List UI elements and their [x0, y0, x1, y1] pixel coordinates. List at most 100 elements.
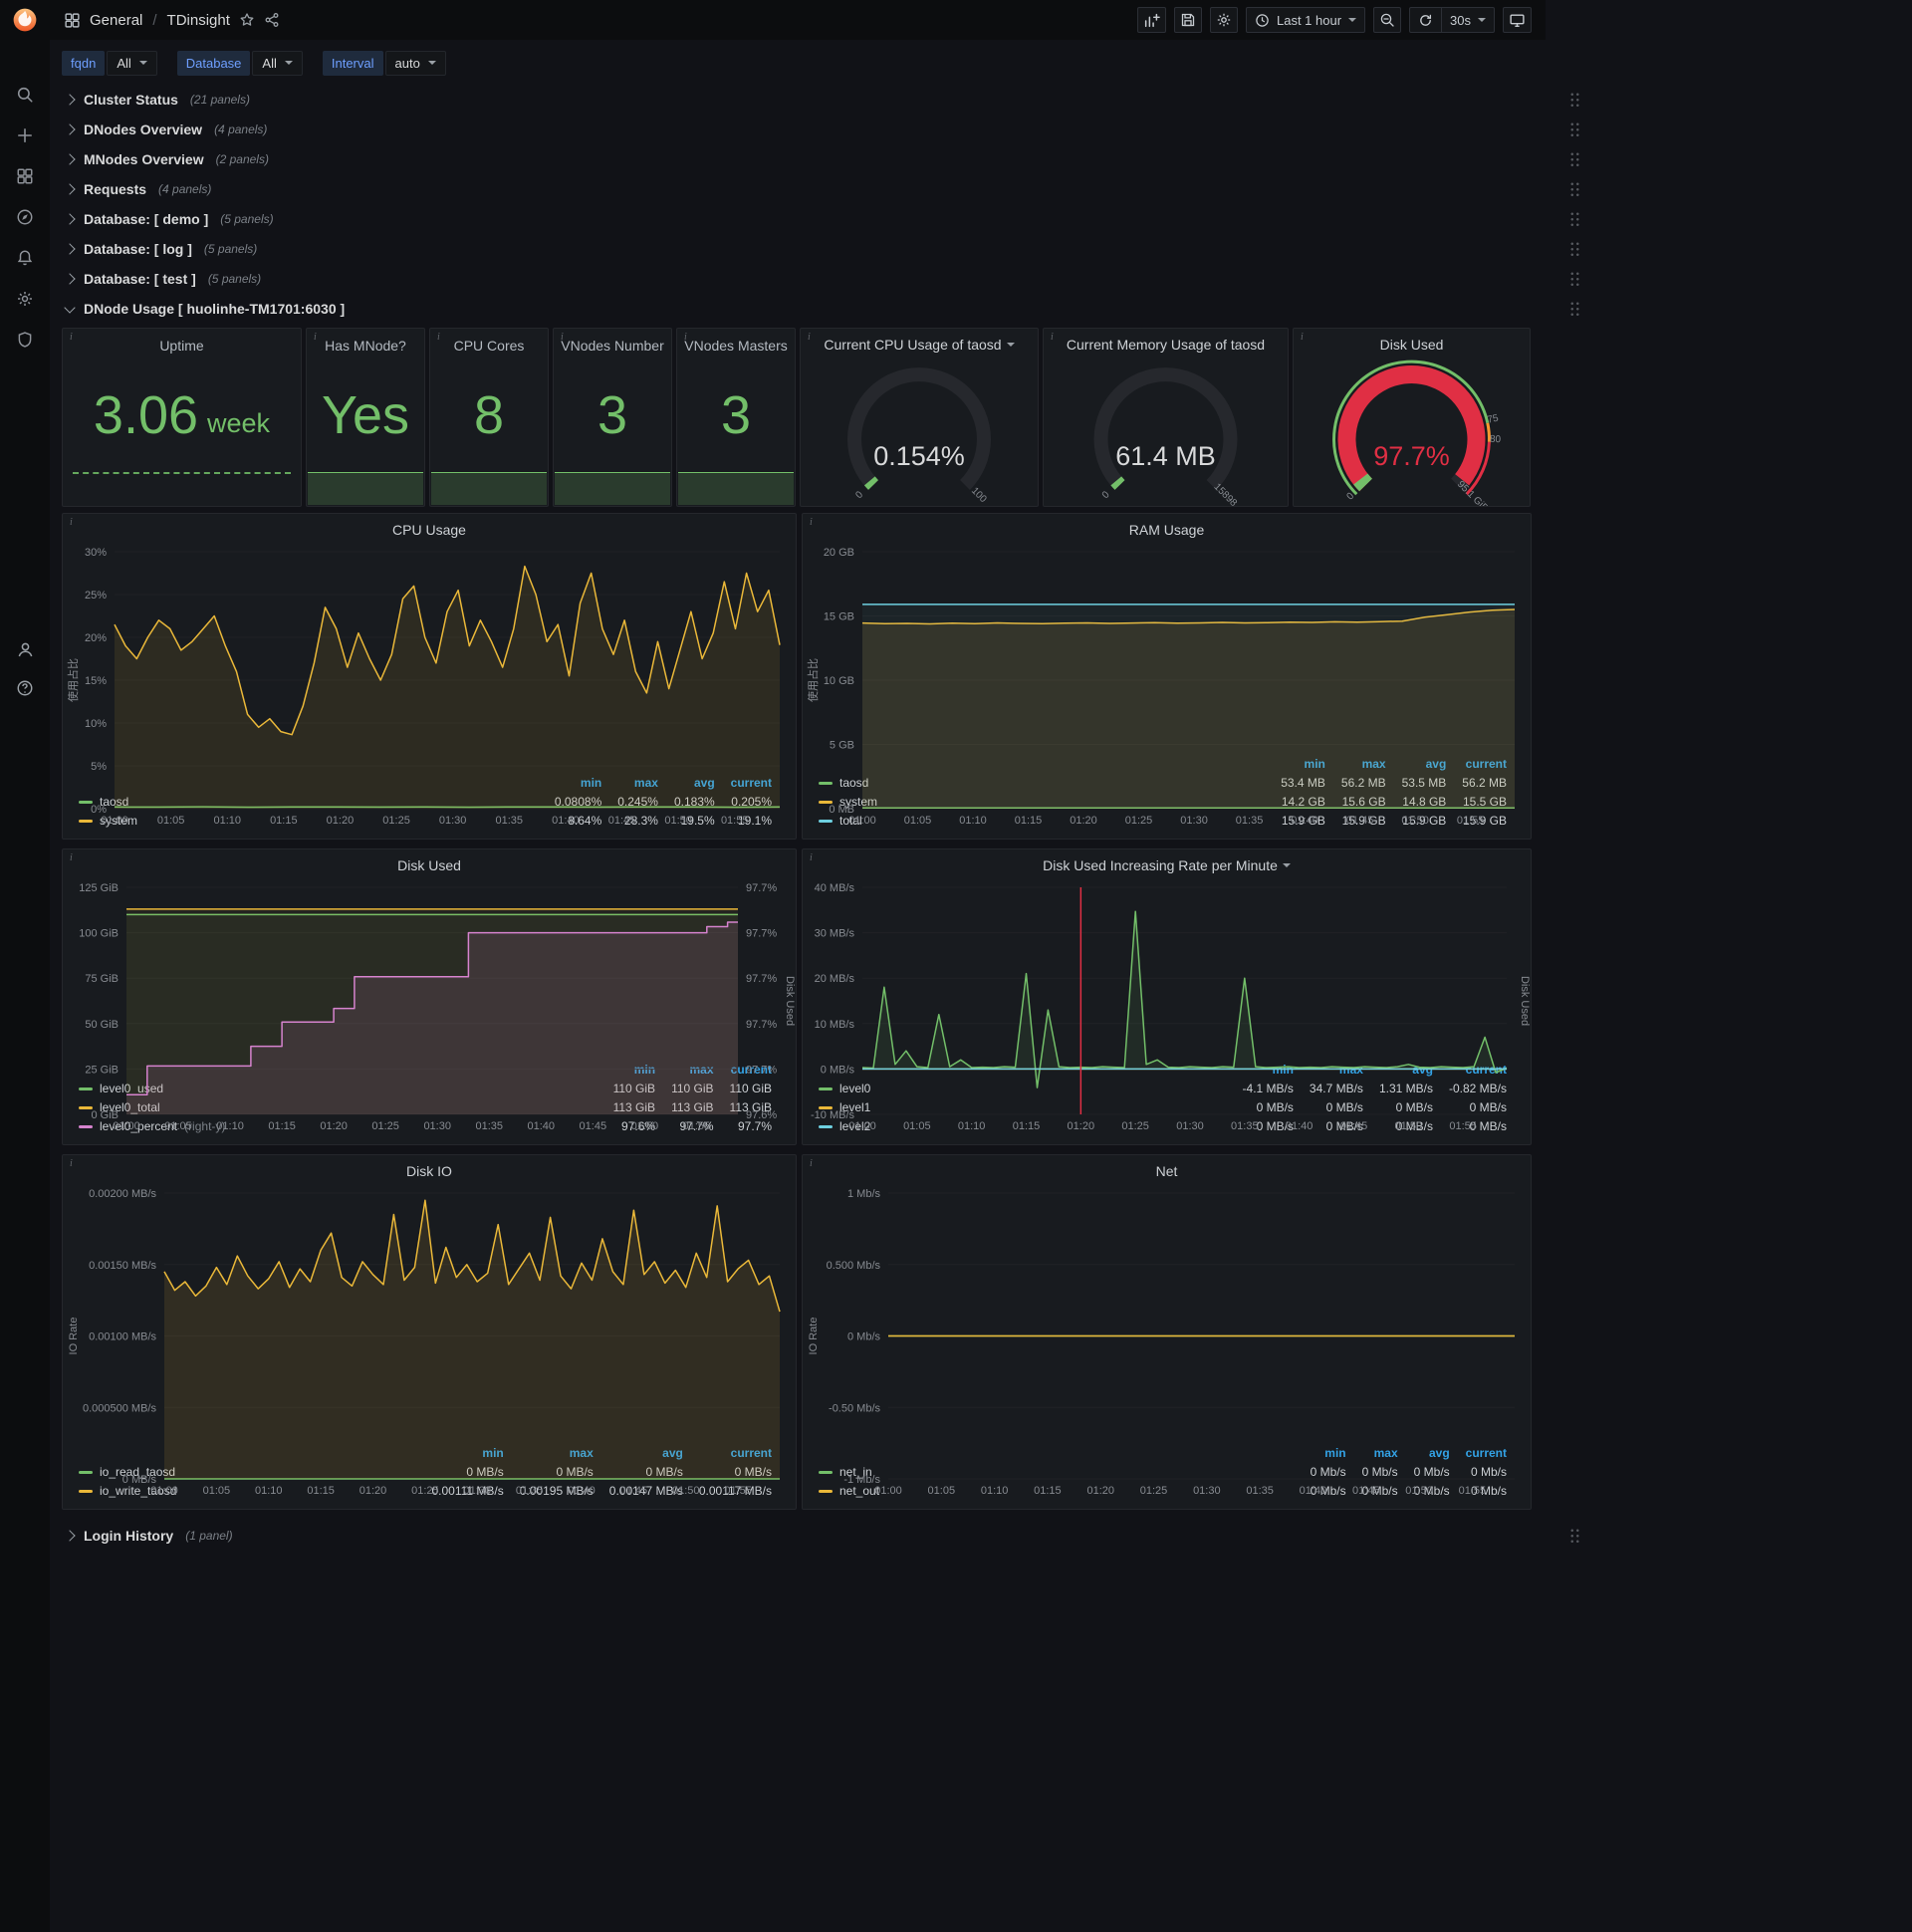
panel-title[interactable]: Current Memory Usage of taosd: [1067, 337, 1265, 353]
panel-info-icon[interactable]: i: [70, 332, 73, 343]
chart-plot-area[interactable]: 40 MB/s 30 MB/s 20 MB/s 10 MB/s 0 MB/s -10 MB…: [803, 877, 1531, 1132]
chart-plot-area[interactable]: 30% 25% 20% 15% 10% 5% 0% 01:00 01:05 01:10 01:15 0…: [63, 542, 796, 827]
row-toggle[interactable]: DNode Usage [ huolinhe-TM1701:6030 ]: [64, 301, 345, 317]
chart-disk[interactable]: 125 GiB 97.7% 100 GiB 97.7% 75 GiB 97.7% 50 Gi…: [63, 877, 796, 1134]
panel-info-icon[interactable]: i: [810, 517, 813, 528]
row-toggle[interactable]: DNodes Overview (4 panels): [64, 121, 267, 137]
grafana-logo[interactable]: [12, 7, 38, 33]
time-range-picker[interactable]: Last 1 hour: [1245, 7, 1366, 33]
chevron-down-icon: [284, 61, 293, 65]
row-toggle[interactable]: Database: [ log ] (5 panels): [64, 241, 257, 257]
svg-text:40 MB/s: 40 MB/s: [815, 882, 855, 894]
add-panel-button[interactable]: [1136, 7, 1166, 33]
svg-text:01:30: 01:30: [1176, 1120, 1204, 1132]
chart-plot-area[interactable]: 20 GB 15 GB 10 GB 5 GB 0 MB 01:00 01:05 01:10 01…: [803, 542, 1531, 827]
row-drag-handle[interactable]: [1568, 210, 1580, 229]
panel-title[interactable]: Current CPU Usage of taosd: [824, 337, 1001, 353]
star-icon[interactable]: [239, 12, 255, 28]
panel-title[interactable]: Disk Used Increasing Rate per Minute: [1043, 857, 1278, 873]
panel-title[interactable]: Disk IO: [406, 1163, 452, 1179]
cycle-view-button[interactable]: [1503, 7, 1532, 33]
chart-ram[interactable]: 20 GB15 GB10 GB5 GB0 MB01:00 01:05 01:10 01…: [803, 542, 1531, 829]
svg-text:01:50: 01:50: [664, 815, 692, 827]
chart-diskrate[interactable]: 40 MB/s30 MB/s20 MB/s10 MB/s0 MB/s-10 MB…: [803, 877, 1531, 1134]
panel-info-icon[interactable]: i: [561, 332, 564, 343]
stat-value: 3.06 week: [63, 359, 301, 472]
row-drag-handle[interactable]: [1568, 180, 1580, 199]
row-toggle[interactable]: MNodes Overview (2 panels): [64, 151, 269, 167]
panel-info-icon[interactable]: i: [684, 332, 687, 343]
variable-value-dropdown[interactable]: auto: [384, 50, 446, 76]
svg-text:0: 0: [853, 489, 865, 501]
add-icon[interactable]: [14, 124, 36, 146]
search-icon[interactable]: [14, 84, 36, 106]
panel-title[interactable]: Net: [1156, 1163, 1178, 1179]
panel-title[interactable]: VNodes Number: [554, 338, 671, 354]
share-icon[interactable]: [264, 12, 280, 28]
panel-info-icon[interactable]: i: [314, 332, 317, 343]
svg-text:01:35: 01:35: [516, 1485, 544, 1497]
panel-info-icon[interactable]: i: [810, 852, 813, 863]
row-toggle[interactable]: Database: [ demo ] (5 panels): [64, 211, 274, 227]
row-drag-handle[interactable]: [1568, 270, 1580, 289]
zoom-out-button[interactable]: [1373, 7, 1402, 33]
variable-value-dropdown[interactable]: All: [107, 50, 157, 76]
dashboard-grid-icon[interactable]: [64, 12, 81, 29]
user-avatar-icon[interactable]: [14, 638, 36, 660]
svg-text:01:00: 01:00: [150, 1485, 178, 1497]
variable-value-dropdown[interactable]: All: [252, 50, 303, 76]
refresh-picker[interactable]: 30s: [1409, 7, 1495, 33]
chart-panel-disk: i Disk Used 125 GiB 97.7% 100 GiB 97.7% 75 GiB…: [62, 848, 797, 1145]
panel-info-icon[interactable]: i: [70, 517, 73, 528]
breadcrumb-folder[interactable]: General: [90, 12, 142, 29]
panel-title[interactable]: Uptime: [63, 338, 301, 354]
panel-info-icon[interactable]: i: [1301, 332, 1304, 343]
panel-title[interactable]: RAM Usage: [1129, 522, 1204, 538]
row-drag-handle[interactable]: [1568, 1527, 1580, 1546]
dashboards-icon[interactable]: [14, 165, 36, 187]
panel-info-icon[interactable]: i: [1051, 332, 1054, 343]
row-database-test: Database: [ test ] (5 panels): [62, 266, 1582, 292]
breadcrumb-dashboard[interactable]: TDinsight: [167, 12, 230, 29]
row-toggle[interactable]: Requests (4 panels): [64, 181, 211, 197]
svg-text:01:45: 01:45: [620, 1485, 648, 1497]
alerting-bell-icon[interactable]: [14, 247, 36, 269]
row-toggle[interactable]: Cluster Status (21 panels): [64, 92, 250, 108]
panel-title[interactable]: Has MNode?: [307, 338, 424, 354]
save-dashboard-button[interactable]: [1173, 7, 1202, 33]
panel-title[interactable]: Disk Used: [1380, 337, 1444, 353]
svg-text:5%: 5%: [91, 761, 107, 773]
panel-info-icon[interactable]: i: [437, 332, 440, 343]
panel-info-icon[interactable]: i: [70, 852, 73, 863]
explore-compass-icon[interactable]: [14, 206, 36, 228]
gauge-panel-disk-used: i Disk Used 0 95.1 GiB 75 80 97.7%: [1293, 328, 1531, 507]
dashboard-settings-button[interactable]: [1209, 7, 1238, 33]
chart-plot-area[interactable]: 1 Mb/s 0.500 Mb/s 0 Mb/s -0.50 Mb/s -1 Mb/s 0…: [803, 1183, 1531, 1497]
svg-text:01:50: 01:50: [1395, 1120, 1423, 1132]
chart-plot-area[interactable]: 125 GiB 97.7% 100 GiB 97.7% 75 GiB 97.7% 50 Gi…: [63, 877, 796, 1132]
help-icon[interactable]: [14, 677, 36, 699]
panel-info-icon[interactable]: i: [810, 1158, 813, 1169]
row-drag-handle[interactable]: [1568, 300, 1580, 319]
chart-net[interactable]: 1 Mb/s0.500 Mb/s0 Mb/s-0.50 Mb/s-1 Mb/s0…: [803, 1183, 1531, 1499]
chart-diskio[interactable]: 0.00200 MB/s 0.00150 MB/s 0.00100 MB/s 0.00…: [63, 1183, 796, 1499]
row-toggle[interactable]: Login History (1 panel): [64, 1528, 233, 1544]
chart-cpu[interactable]: 30%25%20%15%10%5%0%01:00 01:05 01:10 01:15 0…: [63, 542, 796, 829]
row-drag-handle[interactable]: [1568, 91, 1580, 110]
row-drag-handle[interactable]: [1568, 240, 1580, 259]
panel-info-icon[interactable]: i: [70, 1158, 73, 1169]
row-drag-handle[interactable]: [1568, 150, 1580, 169]
svg-text:01:00: 01:00: [848, 1120, 876, 1132]
row-toggle[interactable]: Database: [ test ] (5 panels): [64, 271, 261, 287]
panel-title[interactable]: CPU Cores: [430, 338, 548, 354]
panel-title[interactable]: VNodes Masters: [677, 338, 795, 354]
panel-info-icon[interactable]: i: [808, 332, 811, 343]
row-drag-handle[interactable]: [1568, 121, 1580, 139]
row-title: Database: [ log ]: [84, 241, 192, 257]
shield-icon[interactable]: [14, 329, 36, 351]
panel-title[interactable]: CPU Usage: [392, 522, 466, 538]
svg-text:01:25: 01:25: [1140, 1485, 1168, 1497]
configuration-g-icon[interactable]: [14, 288, 36, 310]
chart-plot-area[interactable]: 0.00200 MB/s 0.00150 MB/s 0.00100 MB/s 0.00…: [63, 1183, 796, 1497]
panel-title[interactable]: Disk Used: [397, 857, 461, 873]
